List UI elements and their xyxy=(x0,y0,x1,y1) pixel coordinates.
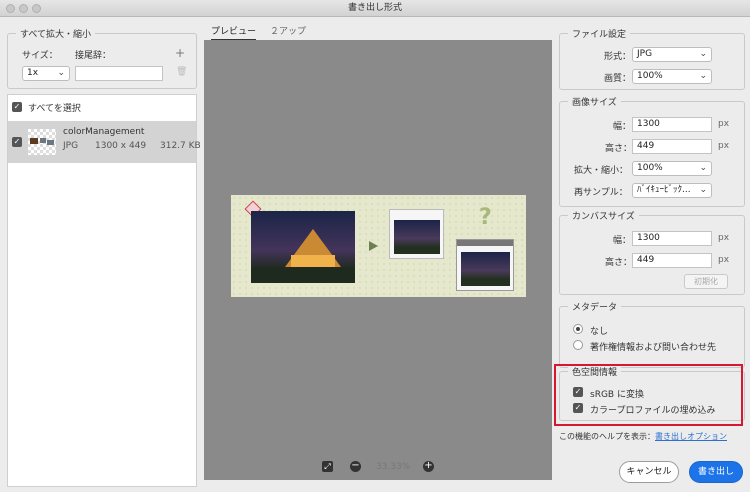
image-width-input[interactable]: 1300 xyxy=(632,117,712,132)
file-name: colorManagement xyxy=(63,127,145,137)
suffix-label: 接尾辞： xyxy=(75,51,112,61)
zoom-in-icon[interactable]: + xyxy=(423,461,434,472)
metadata-group: メタデータ なし 著作権情報および問い合わせ先 xyxy=(559,300,745,368)
scale-value: 1x xyxy=(27,68,39,78)
image-size-group: 画像サイズ 幅： 1300 px 高さ： 449 px 拡大・縮小： 100% … xyxy=(559,95,745,207)
file-thumbnail xyxy=(28,129,56,155)
zoom-window-icon[interactable] xyxy=(32,4,41,13)
question-mark-icon: ? xyxy=(479,205,492,230)
file-checkbox[interactable]: ✓ xyxy=(12,137,22,147)
canvas-width-unit: px xyxy=(718,233,730,243)
arrow-icon xyxy=(369,241,378,251)
chevron-down-icon: ⌄ xyxy=(699,185,707,195)
metadata-copyright-label: 著作権情報および問い合わせ先 xyxy=(590,343,717,353)
tab-preview[interactable]: プレビュー xyxy=(211,24,257,40)
file-size: 312.7 KB xyxy=(160,141,201,151)
close-window-icon[interactable] xyxy=(6,4,15,13)
metadata-none-radio[interactable] xyxy=(573,324,583,334)
preview-tabs: プレビュー ２アップ xyxy=(204,17,552,40)
canvas-height-input[interactable]: 449 xyxy=(632,253,712,268)
metadata-none-label: なし xyxy=(590,327,609,337)
chevron-down-icon: ⌄ xyxy=(699,49,707,59)
image-height-label: 高さ： xyxy=(605,144,633,154)
image-scale-value: 100% xyxy=(637,163,663,173)
resample-value: ﾊﾞｲｷｭｰﾋﾞｯｸ... xyxy=(637,185,691,195)
canvas-size-legend: カンバスサイズ xyxy=(568,209,639,222)
scale-select[interactable]: 1x ⌄ xyxy=(22,66,70,81)
left-panel: すべて拡大・縮小 サイズ： 接尾辞： + 1x ⌄ 🗑 ✓ すべてを選択 ✓ c… xyxy=(0,17,204,492)
file-format: JPG xyxy=(63,141,79,151)
add-scale-icon[interactable]: + xyxy=(175,46,185,60)
list-item[interactable]: ✓ colorManagement JPG 1300 x 449 312.7 K… xyxy=(8,121,201,163)
help-text: この機能のヘルプを表示：書き出しオプション xyxy=(559,431,727,442)
canvas-height-unit: px xyxy=(718,255,730,265)
window-title: 書き出し形式 xyxy=(347,3,402,13)
suffix-input[interactable] xyxy=(75,66,163,81)
tab-two-up[interactable]: ２アップ xyxy=(270,24,306,37)
select-all-label: すべてを選択 xyxy=(28,104,81,114)
metadata-copyright-radio[interactable] xyxy=(573,340,583,350)
zoom-level: 33.33% xyxy=(376,462,411,472)
image-size-legend: 画像サイズ xyxy=(568,95,621,108)
minimize-window-icon[interactable] xyxy=(19,4,28,13)
highlight-box xyxy=(554,364,743,426)
size-label: サイズ： xyxy=(22,51,58,61)
fit-screen-icon[interactable]: ⤢ xyxy=(322,461,333,472)
format-label: 形式： xyxy=(604,52,632,62)
file-dimensions: 1300 x 449 xyxy=(95,141,147,151)
trash-icon[interactable]: 🗑 xyxy=(176,67,187,77)
chevron-down-icon: ⌄ xyxy=(699,71,707,81)
resample-select[interactable]: ﾊﾞｲｷｭｰﾋﾞｯｸ... ⌄ xyxy=(632,183,712,198)
chevron-down-icon: ⌄ xyxy=(57,68,65,78)
canvas-width-label: 幅： xyxy=(613,236,632,246)
format-value: JPG xyxy=(637,49,653,59)
title-bar: 書き出し形式 xyxy=(0,0,750,17)
export-button[interactable]: 書き出し xyxy=(689,461,743,483)
canvas-width-input[interactable]: 1300 xyxy=(632,231,712,246)
select-all-checkbox[interactable]: ✓ xyxy=(12,102,22,112)
image-width-unit: px xyxy=(718,119,730,129)
resample-label: 再サンプル： xyxy=(574,188,628,198)
file-list: ✓ すべてを選択 ✓ colorManagement JPG 1300 x 44… xyxy=(7,94,201,487)
help-link[interactable]: 書き出しオプション xyxy=(655,432,727,441)
zoom-bar: ⤢ − 33.33% + xyxy=(204,457,552,477)
preview-area[interactable]: ? xyxy=(204,40,552,480)
image-scale-select[interactable]: 100% ⌄ xyxy=(632,161,712,176)
scale-all-legend: すべて拡大・縮小 xyxy=(16,27,96,40)
quality-label: 画質： xyxy=(604,74,632,84)
preview-image: ? xyxy=(231,195,526,297)
metadata-legend: メタデータ xyxy=(568,300,622,313)
format-select[interactable]: JPG ⌄ xyxy=(632,47,712,62)
tent-photo-large xyxy=(251,211,355,283)
cancel-button[interactable]: キャンセル xyxy=(619,461,679,483)
browser-window-large xyxy=(456,239,514,291)
quality-value: 100% xyxy=(637,71,663,81)
canvas-height-label: 高さ： xyxy=(605,258,633,268)
browser-window-small xyxy=(389,209,444,259)
image-scale-label: 拡大・縮小： xyxy=(574,166,629,176)
file-settings-legend: ファイル設定 xyxy=(568,27,631,40)
chevron-down-icon: ⌄ xyxy=(699,163,707,173)
canvas-reset-button[interactable]: 初期化 xyxy=(684,274,728,289)
image-height-unit: px xyxy=(718,141,730,151)
image-height-input[interactable]: 449 xyxy=(632,139,712,154)
file-settings-group: ファイル設定 形式： JPG ⌄ 画質： 100% ⌄ xyxy=(559,27,745,90)
image-width-label: 幅： xyxy=(613,122,632,132)
quality-select[interactable]: 100% ⌄ xyxy=(632,69,712,84)
help-prefix: この機能のヘルプを表示： xyxy=(559,432,655,441)
zoom-out-icon[interactable]: − xyxy=(350,461,361,472)
scale-all-group: すべて拡大・縮小 サイズ： 接尾辞： + 1x ⌄ 🗑 xyxy=(7,27,197,89)
